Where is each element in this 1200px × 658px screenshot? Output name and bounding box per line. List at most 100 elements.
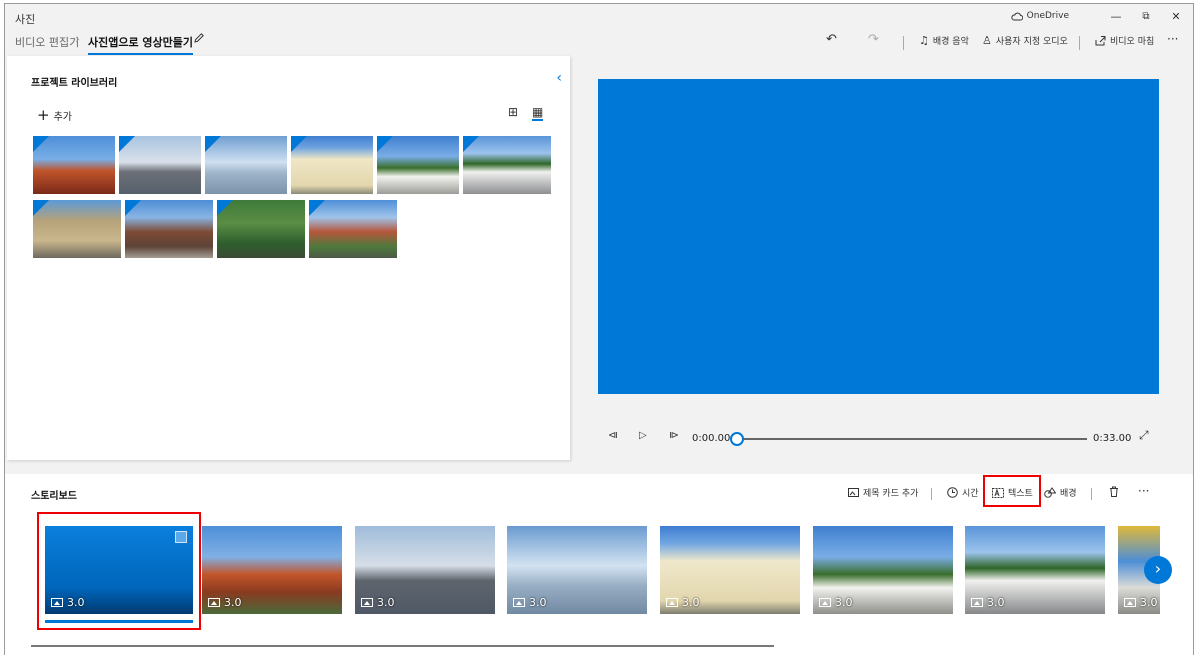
- storyboard-divider: [1091, 488, 1092, 500]
- used-marker-icon: [33, 200, 49, 216]
- current-time: 0:00.00: [692, 433, 731, 444]
- storyboard-panel: 스토리보드 제목 카드 추가 시간 텍스트 배경 ··· 3.0 3.0 3.0…: [5, 474, 1193, 656]
- image-icon: [666, 598, 678, 607]
- clip-duration-value: 3.0: [682, 596, 700, 609]
- storyboard-clip[interactable]: 3.0: [202, 526, 342, 614]
- minimize-button[interactable]: —: [1101, 8, 1131, 26]
- add-media-button[interactable]: + 추가: [37, 106, 72, 124]
- finish-video-label: 비디오 마침: [1110, 37, 1155, 47]
- editor-toolbar: 비디오 편집기 › 사진앱으로 영상만들기 ↶ ↷ ♫ 배경 음악 ♙ 사용자 …: [5, 30, 1193, 56]
- clip-duration-value: 3.0: [529, 596, 547, 609]
- library-thumbnail[interactable]: [33, 200, 121, 258]
- fullscreen-icon[interactable]: ⤢: [1139, 428, 1149, 443]
- clip-duration-value: 3.0: [224, 596, 242, 609]
- cloud-icon: [1011, 12, 1023, 20]
- more-options-button[interactable]: ···: [1167, 32, 1178, 46]
- library-thumbnail[interactable]: [463, 136, 551, 194]
- redo-button[interactable]: ↷: [868, 32, 879, 47]
- storyboard-clip[interactable]: 3.0: [507, 526, 647, 614]
- maximize-button[interactable]: ⧉: [1131, 8, 1161, 26]
- image-icon: [1124, 598, 1136, 607]
- seek-bar-track[interactable]: [739, 438, 1087, 440]
- duration-button[interactable]: 시간: [947, 486, 979, 499]
- used-marker-icon: [377, 136, 393, 152]
- clip-select-checkbox[interactable]: [175, 531, 187, 543]
- clip-duration: 3.0: [51, 596, 85, 609]
- toolbar-divider: [903, 36, 904, 50]
- bg-music-button[interactable]: ♫ 배경 음악: [919, 34, 969, 47]
- used-marker-icon: [119, 136, 135, 152]
- shapes-icon: [1044, 487, 1056, 498]
- library-thumbnail[interactable]: [217, 200, 305, 258]
- onedrive-label: OneDrive: [1026, 11, 1069, 21]
- clip-duration-value: 3.0: [835, 596, 853, 609]
- project-library-title: 프로젝트 라이브러리: [31, 78, 118, 89]
- play-icon[interactable]: ▷: [639, 430, 647, 441]
- library-thumbnail[interactable]: [119, 136, 201, 194]
- used-marker-icon: [205, 136, 221, 152]
- app-window: 사진 OneDrive — ⧉ ✕ 비디오 편집기 › 사진앱으로 영상만들기 …: [4, 3, 1194, 656]
- library-thumbnail[interactable]: [125, 200, 213, 258]
- custom-audio-button[interactable]: ♙ 사용자 지정 오디오: [982, 34, 1068, 47]
- video-preview[interactable]: [598, 79, 1159, 394]
- title-bar: 사진 OneDrive — ⧉ ✕: [5, 4, 1193, 30]
- add-title-card-button[interactable]: 제목 카드 추가: [848, 486, 918, 499]
- storyboard-clip[interactable]: 3.0: [813, 526, 953, 614]
- background-label: 배경: [1060, 489, 1077, 499]
- scroll-next-chevron-icon[interactable]: ›: [1144, 556, 1172, 584]
- used-marker-icon: [125, 200, 141, 216]
- seek-bar-thumb[interactable]: [730, 432, 744, 446]
- storyboard-clip[interactable]: 3.0: [355, 526, 495, 614]
- library-thumbnail[interactable]: [33, 136, 115, 194]
- clock-icon: [947, 487, 958, 498]
- toolbar-divider: [1079, 36, 1080, 50]
- storyboard-scrollbar[interactable]: [31, 645, 774, 647]
- add-media-label: 추가: [53, 111, 72, 123]
- finish-video-button[interactable]: 비디오 마침: [1095, 34, 1154, 47]
- used-marker-icon: [33, 136, 49, 152]
- duration-label: 시간: [962, 489, 979, 499]
- storyboard-clip-title-card[interactable]: 3.0: [45, 526, 193, 614]
- text-button-highlight: [983, 475, 1041, 507]
- total-time: 0:33.00: [1093, 433, 1132, 444]
- clip-duration: 3.0: [971, 596, 1005, 609]
- next-frame-icon[interactable]: ⧐: [669, 430, 679, 441]
- storyboard-clip[interactable]: 3.0: [660, 526, 800, 614]
- custom-audio-label: 사용자 지정 오디오: [995, 37, 1068, 47]
- image-icon: [361, 598, 373, 607]
- storyboard-divider: [931, 488, 932, 500]
- storyboard-more-button[interactable]: ···: [1138, 484, 1149, 498]
- previous-frame-icon[interactable]: ⧏: [608, 430, 618, 441]
- clip-duration-value: 3.0: [987, 596, 1005, 609]
- collapse-chevron-icon[interactable]: ‹: [556, 70, 562, 86]
- clip-duration: 3.0: [361, 596, 395, 609]
- small-grid-view-icon[interactable]: ▦: [532, 105, 544, 121]
- selected-clip-underline: [45, 620, 193, 623]
- delete-trash-icon[interactable]: [1109, 486, 1119, 497]
- library-thumbnail[interactable]: [291, 136, 373, 194]
- clip-duration: 3.0: [208, 596, 242, 609]
- breadcrumb-video-editor[interactable]: 비디오 편집기: [15, 34, 79, 50]
- library-thumbnail[interactable]: [377, 136, 459, 194]
- image-icon: [971, 598, 983, 607]
- onedrive-status[interactable]: OneDrive: [1011, 11, 1069, 21]
- add-title-card-label: 제목 카드 추가: [863, 489, 919, 499]
- used-marker-icon: [309, 200, 325, 216]
- project-library-panel: 프로젝트 라이브러리 ‹ + 추가 ⊞ ▦: [7, 56, 570, 460]
- image-icon: [819, 598, 831, 607]
- image-icon: [208, 598, 220, 607]
- clip-duration: 3.0: [819, 596, 853, 609]
- app-title: 사진: [15, 13, 36, 26]
- undo-button[interactable]: ↶: [826, 32, 837, 47]
- large-grid-view-icon[interactable]: ⊞: [508, 105, 518, 119]
- library-thumbnail[interactable]: [309, 200, 397, 258]
- image-icon: [513, 598, 525, 607]
- close-button[interactable]: ✕: [1161, 8, 1191, 26]
- background-button[interactable]: 배경: [1044, 486, 1077, 499]
- storyboard-clip[interactable]: 3.0: [965, 526, 1105, 614]
- clip-duration: 3.0: [513, 596, 547, 609]
- used-marker-icon: [463, 136, 479, 152]
- rename-pencil-icon[interactable]: [193, 32, 205, 47]
- library-thumbnail[interactable]: [205, 136, 287, 194]
- breadcrumb-project-name[interactable]: 사진앱으로 영상만들기: [88, 34, 194, 55]
